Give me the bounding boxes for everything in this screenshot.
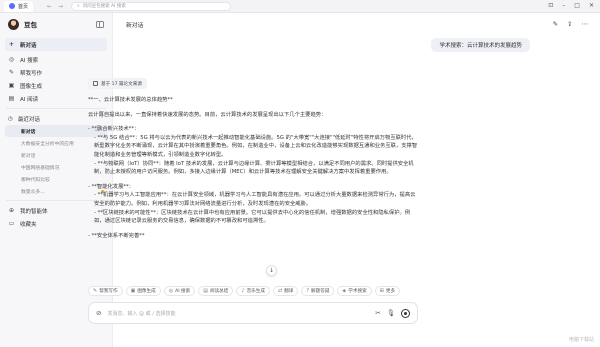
recent-chat-label: 数量众多... [21,189,45,195]
tab-label: 首页 [18,3,29,10]
book-icon: ▤ [203,288,208,294]
tool-image-gen[interactable]: ▣ 图像生成 [125,286,161,296]
pen-icon: ✎ [8,69,15,76]
answer-paragraph: - **与物联网（IoT）协同**：随着 IoT 技术的发展，云计算与边缘计算、… [94,160,414,176]
search-icon: ◎ [8,56,15,63]
search-icon: ◎ [168,288,174,294]
share-icon[interactable]: ⇪ [567,20,572,28]
tool-label: 翻译 [284,289,294,294]
answer-paragraph: - **融合新兴技术**： [88,126,140,133]
question-icon: ? [306,288,310,294]
tool-label: AI 搜索 [175,289,191,294]
send-button[interactable] [401,308,410,318]
references-chip[interactable]: 基于 17 篇论文来源 [88,78,147,89]
more-icon[interactable]: ⋯ [582,20,589,28]
folder-icon: ▭ [8,220,15,227]
pen-icon: ✎ [93,288,98,294]
clock-icon: ◷ [8,115,13,122]
address-text: 问问豆包搜索 AI 搜索 [82,4,126,9]
recent-chat-label: 大数据安全分析中的应用 [21,141,74,147]
page-title: 新对话 [126,22,144,29]
answer-paragraph: **一、云计算技术发展的总体趋势** [88,97,173,103]
sidebar-toggle-icon[interactable] [96,20,104,28]
sidebar-item-label: 帮我写作 [20,70,43,77]
sidebar-item-label: AI 阅读 [20,96,39,103]
answer-paragraph: - **区块链技术的可能性**：区块链技术在云计算中也有应用前景。它可以提供去中… [94,209,411,225]
tool-label: 帮我写作 [99,289,118,294]
sidebar-item-label: 图像生成 [20,83,43,90]
answer-paragraph: - **安全体系不断完善** [88,232,145,239]
watermark: 电脑下载站 [568,337,594,343]
answer-paragraph: - **与 5G 结合**：5G 将与以云为代表的新兴技术一起推动智能化基础设施… [94,134,418,158]
scroll-down-button[interactable]: ↓ [266,265,277,276]
tool-label: 学术搜索 [348,289,367,294]
answer-paragraph: - **机器学习与人工智能应用**：在云计算安全领域，机器学习与人工智能具有潜在… [94,192,416,207]
answer-paragraph: 云计算自提出以来，一直保持着快速发展的态势。目前，云计算技术的发展呈现出以下几个… [88,111,327,118]
tool-ai-search[interactable]: ◎ AI 搜索 [163,286,196,296]
skill-toolbar: ✎ 帮我写作 ▣ 图像生成 ◎ AI 搜索 ▤ 阅读总结 ♪ 音乐生成 ⇄ 翻译 ? 解题答疑… [88,286,418,296]
tool-label: 解题答疑 [311,289,330,294]
document-icon [93,81,98,86]
book-icon: ▤ [8,95,15,102]
tool-writing[interactable]: ✎ 帮我写作 [88,286,123,296]
tool-problem-solving[interactable]: ? 解题答疑 [301,286,335,296]
app-logo-icon [9,3,15,9]
browser-tab[interactable]: 首页 [4,0,34,12]
recent-chat-label: 新对话 [21,129,36,135]
arrow-down-icon: ↓ [268,267,275,274]
recent-chat-label: 新对话 [21,153,36,159]
image-icon: ▣ [130,288,136,294]
tool-academic-search[interactable]: ◈ 学术搜索 [337,286,372,296]
recent-chat-label: 哪种代码比较 [21,177,50,183]
edit-icon[interactable]: ✎ [553,20,558,28]
plus-icon: + [8,41,15,48]
tool-translate[interactable]: ⇄ 翻译 [272,286,299,296]
tool-label: 更多 [385,289,396,294]
grid-icon: ⊞ [379,288,384,294]
assistant-answer: **一、云计算技术发展的总体趋势** 云计算自提出以来，一直保持着快速发展的态势… [88,96,418,246]
sidebar-item-new-chat[interactable]: + 新对话 [5,38,107,51]
message-input[interactable]: 发消息、输入 @ 或 / 选择技能 [107,310,369,317]
answer-paragraph: - **智能化发展**： [88,183,134,190]
scissors-icon[interactable]: ✂ [375,309,380,317]
translate-icon: ⇄ [277,288,283,294]
sidebar-item-label: 新对话 [20,42,37,49]
back-arrow-icon[interactable]: ← [47,3,52,10]
bot-icon: ⊕ [8,207,15,214]
avatar[interactable] [8,18,19,30]
recent-chat-label: 中国网络基础情况 [21,165,60,171]
sidebar-item-label: AI 搜索 [20,57,39,64]
recent-label: 最近对话 [17,116,40,123]
search-icon: ⌕ [77,4,80,9]
close-icon[interactable]: ✕ [589,2,594,9]
music-icon: ♪ [241,288,245,294]
references-label: 基于 17 篇论文来源 [101,81,142,87]
pin-icon[interactable]: ⊡ [548,2,553,9]
tool-label: 图像生成 [137,289,156,294]
tool-music-gen[interactable]: ♪ 音乐生成 [236,286,270,296]
forward-arrow-icon[interactable]: → [58,3,63,10]
minimize-icon[interactable]: – [562,2,565,9]
microphone-icon[interactable]: 🎙 [387,309,395,317]
address-bar[interactable]: ⌕ 问问豆包搜索 AI 搜索 [71,1,232,11]
tool-reading[interactable]: ▤ 阅读总结 [198,286,234,296]
maximize-icon[interactable]: □ [574,2,580,9]
tool-more[interactable]: ⊞ 更多 [374,286,401,296]
sidebar-item-ai-search[interactable]: ◎ AI 搜索 [0,53,112,66]
image-icon: ▣ [8,82,15,89]
message-input-box[interactable]: ⊘ 发消息、输入 @ 或 / 选择技能 ✂ 🎙 [88,302,418,324]
attachment-icon[interactable]: ⊘ [96,309,101,317]
user-message-bubble: 学术搜索：云计算技术的发展趋势 [431,38,530,52]
sidebar-item-label: 收藏夹 [20,221,37,228]
sidebar-item-label: 我的智能体 [20,208,48,215]
title-bar: 首页 ← → ⌕ 问问豆包搜索 AI 搜索 ⊡ – □ ✕ [0,0,600,13]
tool-label: 阅读总结 [209,289,229,294]
academic-icon: ◈ [342,288,347,294]
user-name: 豆包 [24,21,37,29]
tool-label: 音乐生成 [246,289,265,294]
